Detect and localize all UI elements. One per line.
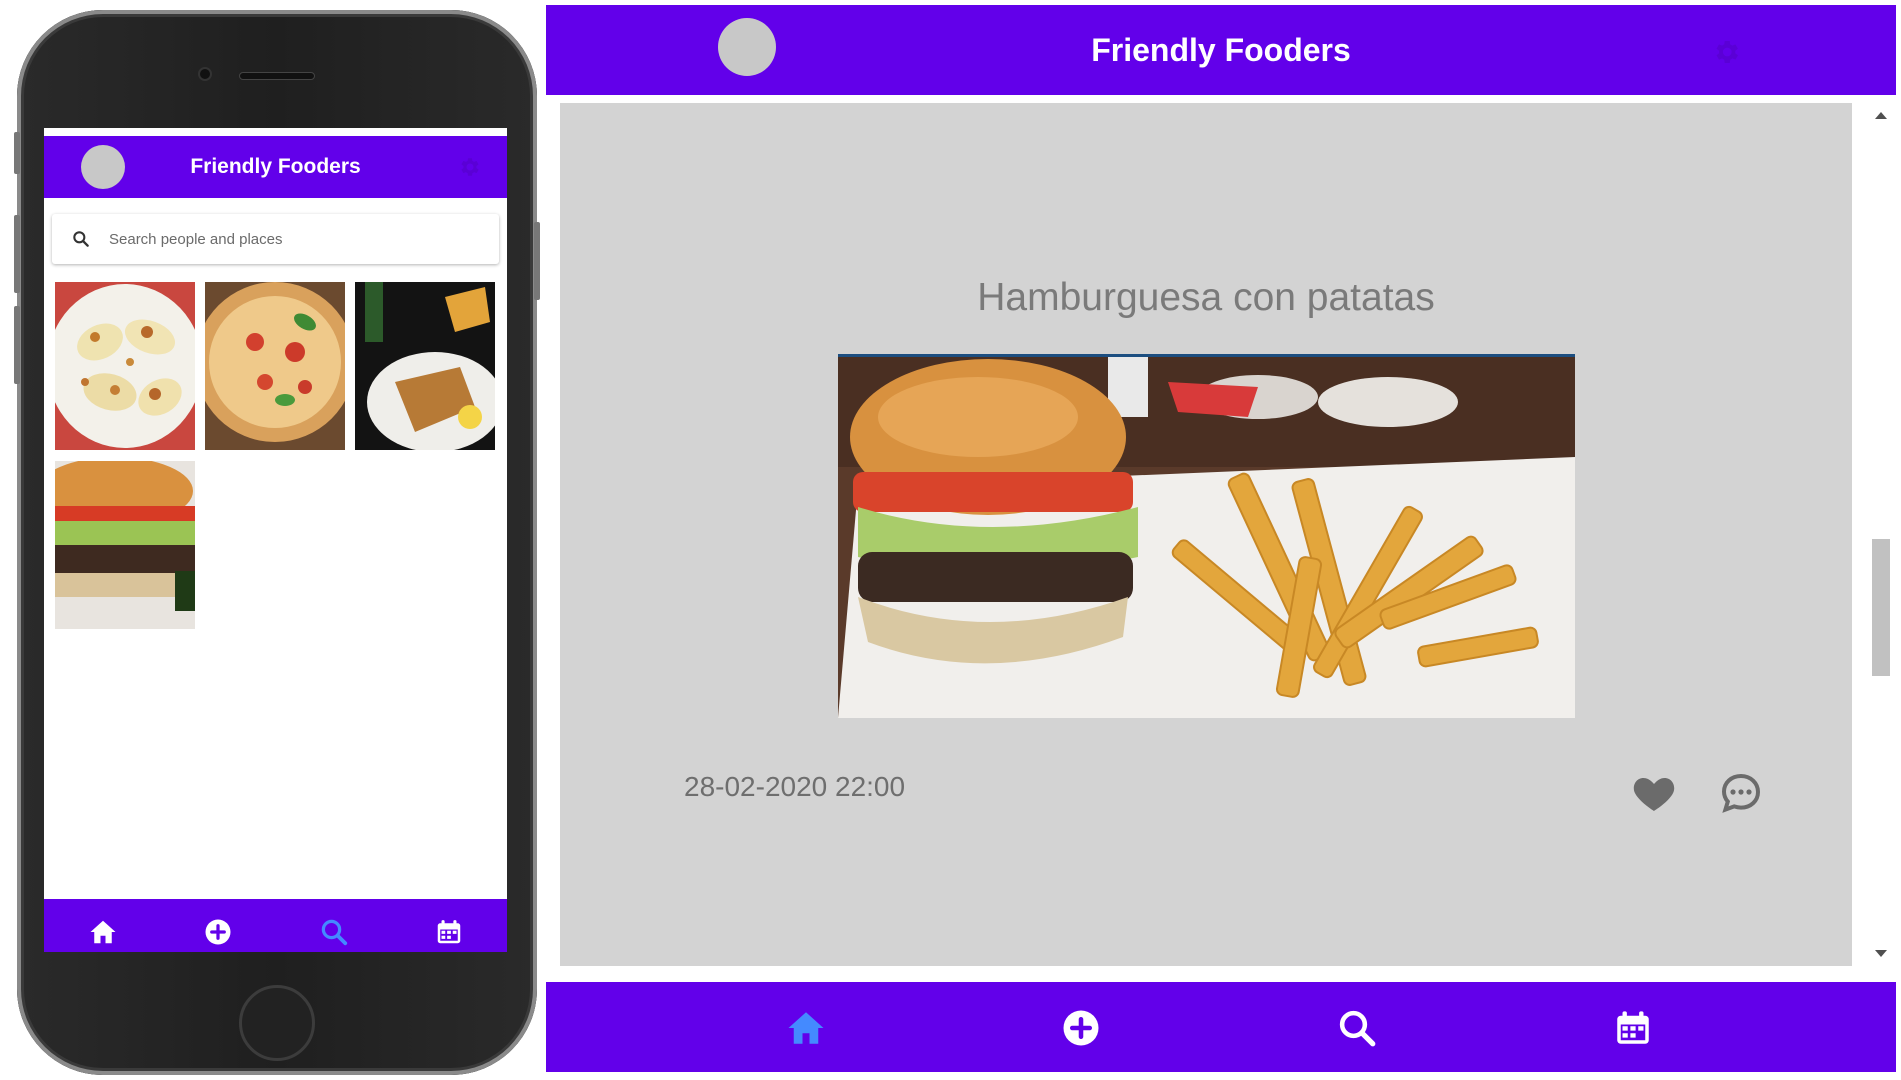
mobile-screen: Friendly Fooders [44,128,507,952]
pizza-photo [205,282,345,450]
gear-icon[interactable] [457,155,481,179]
phone-camera [198,67,212,81]
search-input[interactable] [107,214,487,264]
desktop-bottom-nav [546,982,1896,1072]
phone-mockup: Friendly Fooders [14,10,540,1075]
scroll-up-arrow[interactable] [1875,112,1887,119]
heart-icon[interactable] [1630,769,1678,817]
search-icon[interactable] [1336,1007,1378,1049]
gallery-item-pizza[interactable] [205,282,345,450]
gallery-item-schnitzel[interactable] [355,282,495,450]
search-icon [73,231,89,247]
phone-home-button [239,985,315,1061]
app-title: Friendly Fooders [1091,32,1351,68]
gear-icon[interactable] [1711,37,1741,67]
home-icon[interactable] [88,917,118,947]
search-bar [52,214,499,264]
phone-volume-up-button [14,215,20,293]
app-title: Friendly Fooders [190,155,361,178]
phone-mute-switch [14,132,20,174]
scroll-down-arrow[interactable] [1875,950,1887,957]
post-title: Hamburguesa con patatas [977,276,1435,319]
scrollbar-thumb[interactable] [1872,539,1890,676]
burger-photo [55,461,195,629]
gallery-item-burger[interactable] [55,461,195,629]
add-circle-icon[interactable] [203,917,233,947]
calendar-icon[interactable] [434,917,464,947]
phone-volume-down-button [14,306,20,384]
calendar-icon[interactable] [1612,1007,1654,1049]
search-icon[interactable] [319,917,349,947]
comment-icon[interactable] [1717,769,1765,817]
phone-speaker [239,72,315,80]
burger-with-fries-photo [838,357,1575,718]
gallery-item-dumplings[interactable] [55,282,195,450]
schnitzel-photo [355,282,495,450]
mobile-bottom-nav [44,899,507,952]
post-photo[interactable] [838,354,1575,718]
scrollbar[interactable] [1869,103,1893,966]
add-circle-icon[interactable] [1060,1007,1102,1049]
post-date: 28-02-2020 22:00 [684,771,906,802]
desktop-header: Friendly Fooders [546,5,1896,95]
post-card: Hamburguesa con patatas 28-02-2020 22:00 [560,103,1852,966]
phone-power-button [534,222,540,300]
dumplings-photo [55,282,195,450]
mobile-header: Friendly Fooders [44,136,507,198]
home-icon[interactable] [785,1007,827,1049]
